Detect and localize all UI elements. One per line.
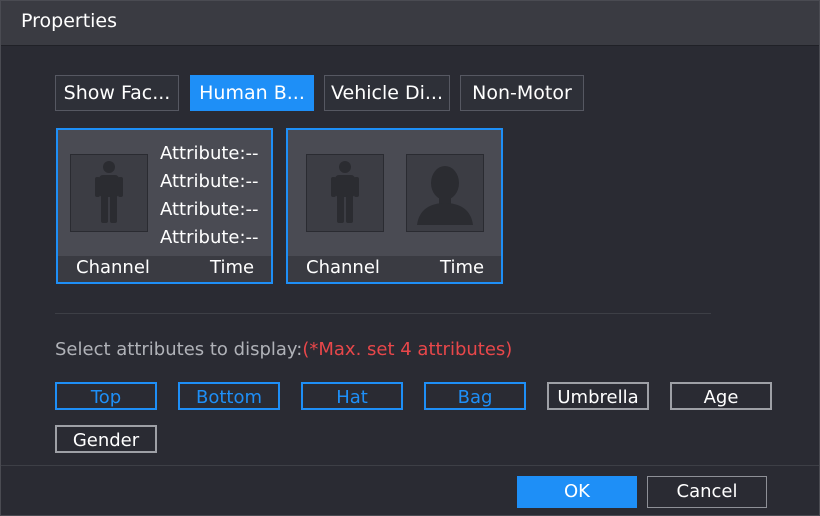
attribute-option-gender[interactable]: Gender bbox=[55, 425, 157, 453]
attribute-option-hat[interactable]: Hat bbox=[301, 382, 403, 410]
attribute-line-3: Attribute:-- bbox=[160, 199, 259, 220]
attribute-option-age[interactable]: Age bbox=[670, 382, 772, 410]
human-body-icon bbox=[331, 161, 359, 223]
cancel-button[interactable]: Cancel bbox=[647, 476, 767, 508]
card-footer: Channel Time bbox=[288, 256, 501, 282]
tab-show-face[interactable]: Show Fac... bbox=[55, 75, 179, 111]
attribute-line-4: Attribute:-- bbox=[160, 227, 259, 248]
dialog-title: Properties bbox=[21, 10, 118, 32]
attribute-option-bag[interactable]: Bag bbox=[424, 382, 526, 410]
human-body-thumbnail bbox=[70, 154, 148, 232]
preview-card-attributes[interactable]: Attribute:-- Attribute:-- Attribute:-- A… bbox=[56, 128, 273, 284]
preview-card-images[interactable]: Channel Time bbox=[286, 128, 503, 284]
time-label: Time bbox=[210, 257, 255, 278]
tab-human-body[interactable]: Human B... bbox=[190, 75, 314, 111]
ok-button[interactable]: OK bbox=[517, 476, 637, 508]
section-divider bbox=[55, 313, 711, 314]
tab-non-motor[interactable]: Non-Motor bbox=[460, 75, 584, 111]
select-attributes-text: Select attributes to display: bbox=[55, 339, 303, 360]
attribute-option-umbrella[interactable]: Umbrella bbox=[547, 382, 649, 410]
human-face-icon bbox=[417, 166, 473, 225]
attribute-option-bottom[interactable]: Bottom bbox=[178, 382, 280, 410]
attribute-line-1: Attribute:-- bbox=[160, 143, 259, 164]
attribute-option-top[interactable]: Top bbox=[55, 382, 157, 410]
human-body-thumbnail bbox=[306, 154, 384, 232]
select-attributes-label: Select attributes to display:(*Max. set … bbox=[55, 339, 512, 360]
time-label: Time bbox=[440, 257, 485, 278]
channel-label: Channel bbox=[306, 257, 380, 278]
channel-label: Channel bbox=[76, 257, 150, 278]
human-body-icon bbox=[95, 161, 123, 223]
title-bar[interactable]: Properties bbox=[1, 1, 819, 46]
max-attributes-note: (*Max. set 4 attributes) bbox=[302, 339, 513, 360]
attribute-line-2: Attribute:-- bbox=[160, 171, 259, 192]
tab-vehicle-display[interactable]: Vehicle Di... bbox=[324, 75, 450, 111]
properties-dialog: Properties Show Fac... Human B... Vehicl… bbox=[0, 0, 820, 516]
card-footer: Channel Time bbox=[58, 256, 271, 282]
human-face-thumbnail bbox=[406, 154, 484, 232]
dialog-button-bar: OK Cancel bbox=[1, 465, 819, 516]
